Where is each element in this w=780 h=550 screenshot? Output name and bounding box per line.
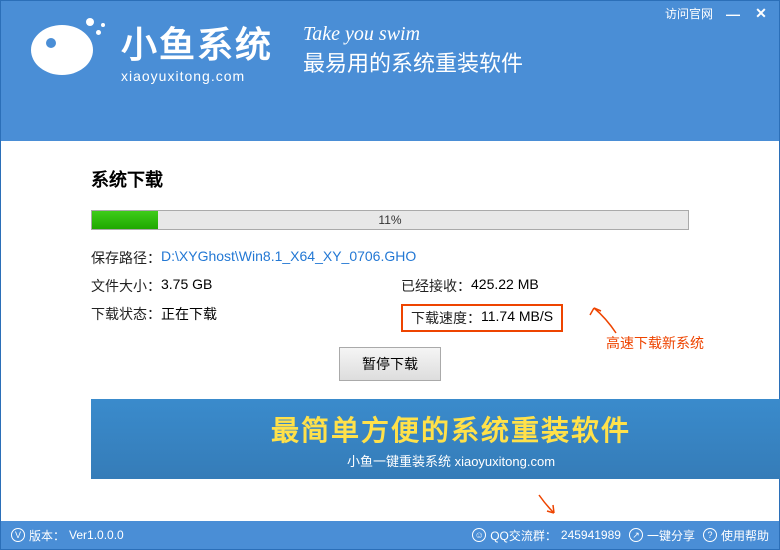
visit-site-link[interactable]: 访问官网	[665, 5, 713, 22]
progress-bar: 11%	[91, 210, 689, 230]
version-item: V 版本： Ver1.0.0.0	[11, 527, 124, 544]
logo: 小鱼系统 xiaoyuxitong.com	[31, 16, 273, 84]
annotation-speed: 高速下载新系统	[606, 333, 704, 353]
speed-value: 11.74 MB/S	[481, 308, 553, 328]
qq-value: 245941989	[561, 528, 621, 542]
minimize-icon[interactable]: —	[725, 6, 741, 22]
progress-text: 11%	[378, 213, 401, 227]
qq-label: QQ交流群：	[490, 527, 557, 544]
size-received-row: 文件大小： 3.75 GB 已经接收： 425.22 MB	[91, 276, 689, 296]
progress-fill	[92, 211, 158, 229]
status-label: 下载状态：	[91, 304, 161, 332]
pause-button[interactable]: 暂停下载	[339, 347, 441, 381]
path-value: D:\XYGhost\Win8.1_X64_XY_0706.GHO	[161, 248, 416, 268]
path-row: 保存路径： D:\XYGhost\Win8.1_X64_XY_0706.GHO	[91, 248, 689, 268]
path-label: 保存路径：	[91, 248, 161, 268]
banner[interactable]: 最简单方便的系统重装软件 小鱼一键重装系统 xiaoyuxitong.com	[91, 399, 780, 479]
logo-area: 小鱼系统 xiaoyuxitong.com Take you swim 最易用的…	[1, 16, 779, 84]
qq-group-item[interactable]: ☺ QQ交流群： 245941989	[472, 527, 621, 544]
logo-title: 小鱼系统	[121, 16, 273, 68]
status-value: 正在下载	[161, 304, 217, 332]
share-icon: ↗	[629, 528, 643, 542]
speed-highlight-box: 下载速度： 11.74 MB/S	[401, 304, 563, 332]
share-label: 一键分享	[647, 527, 695, 544]
main-window: 访问官网 — ✕ 小鱼系统 xiaoyuxitong.com Take yo	[0, 0, 780, 550]
size-label: 文件大小：	[91, 276, 161, 296]
version-value: Ver1.0.0.0	[69, 528, 124, 542]
footer: V 版本： Ver1.0.0.0 ☺ QQ交流群： 245941989 ↗ 一键…	[1, 521, 779, 549]
header: 访问官网 — ✕ 小鱼系统 xiaoyuxitong.com Take yo	[1, 1, 779, 141]
share-item[interactable]: ↗ 一键分享	[629, 527, 695, 544]
received-value: 425.22 MB	[471, 276, 539, 296]
content: 系统下载 11% 保存路径： D:\XYGhost\Win8.1_X64_XY_…	[1, 141, 779, 521]
help-item[interactable]: ? 使用帮助	[703, 527, 769, 544]
speed-label: 下载速度：	[411, 308, 481, 328]
slogan: Take you swim 最易用的系统重装软件	[303, 23, 523, 78]
help-label: 使用帮助	[721, 527, 769, 544]
size-value: 3.75 GB	[161, 276, 212, 296]
received-label: 已经接收：	[401, 276, 471, 296]
help-icon: ?	[703, 528, 717, 542]
banner-main: 最简单方便的系统重装软件	[91, 409, 780, 449]
progress-container: 11%	[91, 210, 689, 230]
section-title: 系统下载	[91, 166, 689, 192]
version-icon: V	[11, 528, 25, 542]
slogan-cn: 最易用的系统重装软件	[303, 46, 523, 78]
slogan-en: Take you swim	[303, 23, 523, 46]
logo-subtitle: xiaoyuxitong.com	[121, 68, 273, 84]
version-label: 版本：	[29, 527, 65, 544]
close-icon[interactable]: ✕	[753, 6, 769, 22]
chat-icon: ☺	[472, 528, 486, 542]
banner-sub: 小鱼一键重装系统 xiaoyuxitong.com	[91, 451, 780, 470]
fish-icon	[31, 20, 111, 80]
arrow-icon	[534, 493, 564, 518]
arrow-icon	[586, 303, 626, 338]
annotation-arrow-footer	[534, 493, 564, 523]
